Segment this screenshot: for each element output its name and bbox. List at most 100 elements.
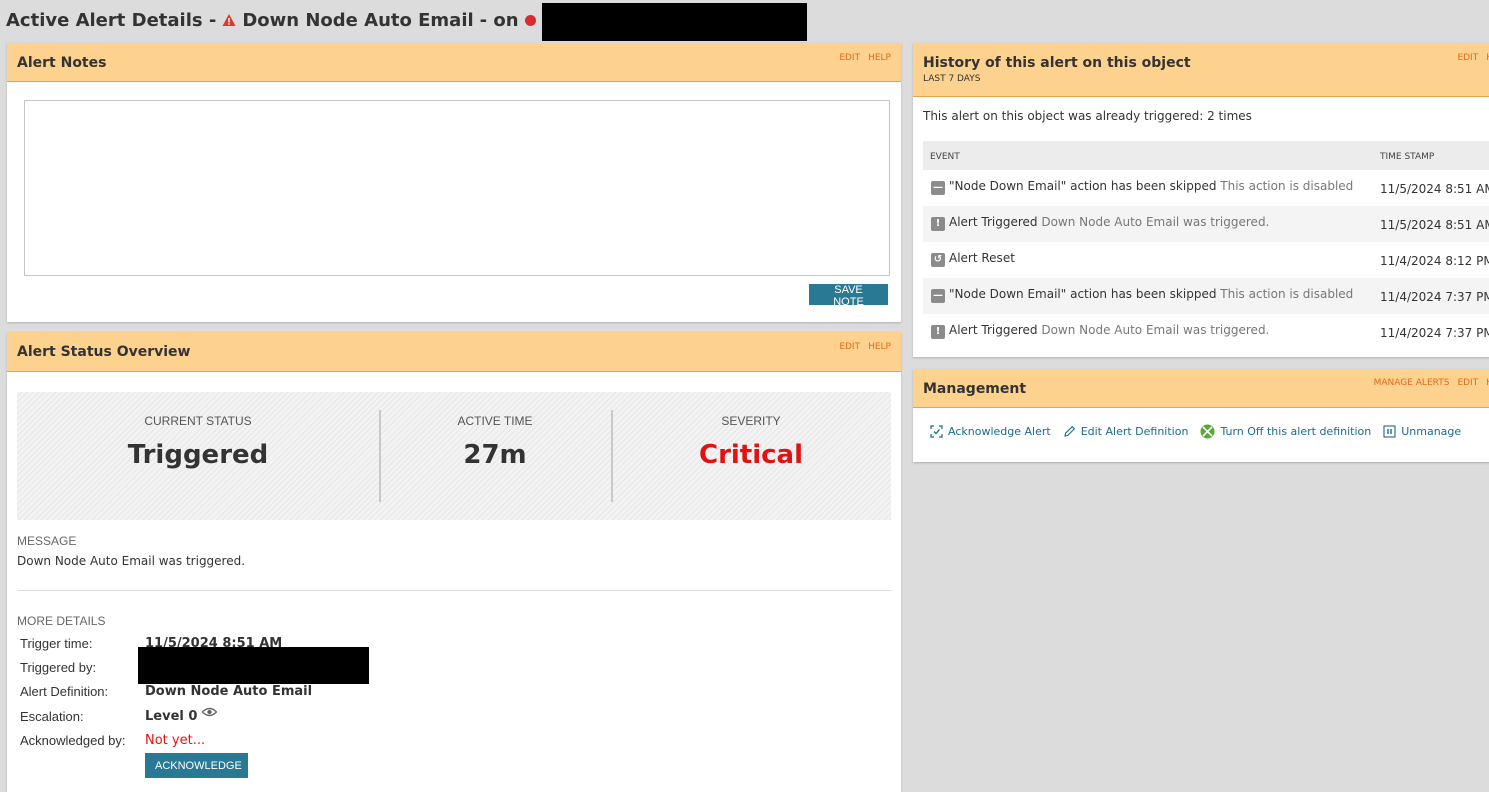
history-event-detail: Down Node Auto Email was triggered. <box>1041 215 1270 229</box>
divider <box>17 590 891 591</box>
unmanage-link[interactable]: Unmanage <box>1383 424 1461 439</box>
edit-alert-definition-link[interactable]: Edit Alert Definition <box>1063 424 1189 439</box>
page-title: Active Alert Details - Down Node Auto Em… <box>6 3 807 41</box>
notes-edit-link[interactable]: EDIT <box>839 53 860 63</box>
detail-label: Escalation: <box>20 708 84 724</box>
triggered-icon: ! <box>931 325 945 339</box>
history-table-header: EVENT TIME STAMP <box>923 141 1489 170</box>
node-status-down-icon <box>524 14 536 26</box>
column-header-event: EVENT <box>930 152 960 162</box>
active-time-stat: ACTIVE TIME 27m <box>379 392 611 520</box>
message-label: MESSAGE <box>17 534 77 548</box>
more-details-label: MORE DETAILS <box>17 614 106 628</box>
power-off-icon <box>1200 424 1215 439</box>
alert-note-input[interactable] <box>24 100 890 276</box>
severity-stat: SEVERITY Critical <box>611 392 891 520</box>
management-panel: Management MANAGE ALERTS EDIT H Acknowle… <box>913 369 1489 462</box>
triggered-by-row: Triggered by: <box>20 658 145 676</box>
action-label: Unmanage <box>1401 425 1462 438</box>
history-event: "Node Down Email" action has been skippe… <box>949 179 1353 193</box>
history-row: ! Alert Triggered Down Node Auto Email wa… <box>923 206 1489 242</box>
history-summary: This alert on this object was already tr… <box>923 109 1252 123</box>
eye-icon[interactable] <box>202 707 218 717</box>
history-event-detail: This action is disabled <box>1220 179 1354 193</box>
history-rows: — "Node Down Email" action has been skipp… <box>923 170 1489 350</box>
warning-icon <box>222 14 236 26</box>
history-event: Alert Triggered Down Node Auto Email was… <box>949 323 1269 337</box>
history-event-title: "Node Down Email" action has been skippe… <box>949 179 1217 193</box>
status-help-link[interactable]: HELP <box>868 342 891 352</box>
redacted-node-name <box>541 3 807 41</box>
history-row: — "Node Down Email" action has been skipp… <box>923 278 1489 314</box>
history-event-title: Alert Triggered <box>949 215 1038 229</box>
alert-status-panel: Alert Status Overview EDIT HELP CURRENT … <box>7 332 901 792</box>
history-timestamp: 11/5/2024 8:51 AM <box>1380 182 1489 196</box>
detail-label: Acknowledged by: <box>20 732 126 748</box>
history-row: ↺ Alert Reset 11/4/2024 8:12 PM <box>923 242 1489 278</box>
pencil-icon <box>1063 425 1075 437</box>
acknowledged-by-row: Acknowledged by: Not yet... <box>20 731 205 749</box>
management-header: Management MANAGE ALERTS EDIT H <box>913 369 1489 408</box>
stat-value: 27m <box>463 440 527 470</box>
detail-label: Triggered by: <box>20 659 97 675</box>
history-event-detail: This action is disabled <box>1220 287 1354 301</box>
history-event-title: "Node Down Email" action has been skippe… <box>949 287 1217 301</box>
manage-alerts-link[interactable]: MANAGE ALERTS <box>1374 378 1450 388</box>
alert-history-panel: History of this alert on this object LAS… <box>913 43 1489 357</box>
management-actions: Acknowledge Alert Edit Alert Definition … <box>930 424 1461 439</box>
acknowledged-by-value: Not yet... <box>145 732 206 748</box>
turn-off-alert-link[interactable]: Turn Off this alert definition <box>1200 424 1371 439</box>
management-edit-link[interactable]: EDIT <box>1457 378 1478 388</box>
pause-icon <box>1383 425 1396 438</box>
action-label: Turn Off this alert definition <box>1220 425 1372 438</box>
acknowledge-button[interactable]: ACKNOWLEDGE <box>145 753 248 778</box>
severity-value: Critical <box>698 440 804 470</box>
stat-label: SEVERITY <box>721 414 781 428</box>
column-header-timestamp: TIME STAMP <box>1380 152 1435 162</box>
action-label: Edit Alert Definition <box>1080 425 1189 438</box>
alert-status-title: Alert Status Overview <box>17 344 191 360</box>
history-event: Alert Triggered Down Node Auto Email was… <box>949 215 1269 229</box>
history-event-title: Alert Reset <box>949 251 1015 265</box>
save-note-button[interactable]: SAVE NOTE <box>809 284 888 308</box>
alert-history-title: History of this alert on this object <box>923 55 1191 71</box>
detail-label: Trigger time: <box>20 635 93 651</box>
alert-definition-value: Down Node Auto Email <box>145 683 313 699</box>
history-event: Alert Reset <box>949 251 1015 265</box>
stat-value: Triggered <box>127 440 269 470</box>
alert-notes-title: Alert Notes <box>17 55 107 71</box>
stat-label: ACTIVE TIME <box>457 414 533 428</box>
notes-help-link[interactable]: HELP <box>868 53 891 63</box>
history-edit-link[interactable]: EDIT <box>1457 53 1478 63</box>
alert-notes-header: Alert Notes EDIT HELP <box>7 43 901 82</box>
status-edit-link[interactable]: EDIT <box>839 342 860 352</box>
stat-divider <box>611 410 613 502</box>
history-event-detail: Down Node Auto Email was triggered. <box>1041 323 1270 337</box>
management-title: Management <box>923 381 1027 397</box>
action-label: Acknowledge Alert <box>948 425 1051 438</box>
stat-label: CURRENT STATUS <box>144 414 252 428</box>
history-table: EVENT TIME STAMP — "Node Down Email" acti… <box>923 141 1489 350</box>
history-timestamp: 11/4/2024 7:37 PM <box>1380 326 1489 340</box>
history-event: "Node Down Email" action has been skippe… <box>949 287 1353 301</box>
escalation-value: Level 0 <box>145 708 198 724</box>
history-timestamp: 11/4/2024 7:37 PM <box>1380 290 1489 304</box>
skipped-icon: — <box>931 289 945 303</box>
escalation-row: Escalation: Level 0 <box>20 707 218 725</box>
acknowledge-icon <box>930 425 943 438</box>
alert-history-header: History of this alert on this object LAS… <box>913 43 1489 97</box>
alert-history-subtitle: LAST 7 DAYS <box>923 74 981 84</box>
history-row: — "Node Down Email" action has been skipp… <box>923 170 1489 206</box>
title-prefix: Active Alert Details - <box>6 9 217 31</box>
triggered-icon: ! <box>931 217 945 231</box>
history-row: ! Alert Triggered Down Node Auto Email wa… <box>923 314 1489 350</box>
history-timestamp: 11/4/2024 8:12 PM <box>1380 254 1489 268</box>
alert-notes-panel: Alert Notes EDIT HELP SAVE NOTE <box>7 43 901 322</box>
acknowledge-alert-link[interactable]: Acknowledge Alert <box>930 424 1051 439</box>
history-timestamp: 11/5/2024 8:51 AM <box>1380 218 1489 232</box>
status-stats: CURRENT STATUS Triggered ACTIVE TIME 27m… <box>17 392 891 520</box>
title-on: - on <box>479 9 519 31</box>
alert-definition-row: Alert Definition: Down Node Auto Email <box>20 682 312 700</box>
current-status-stat: CURRENT STATUS Triggered <box>17 392 379 520</box>
redacted-triggered-by <box>138 647 369 684</box>
